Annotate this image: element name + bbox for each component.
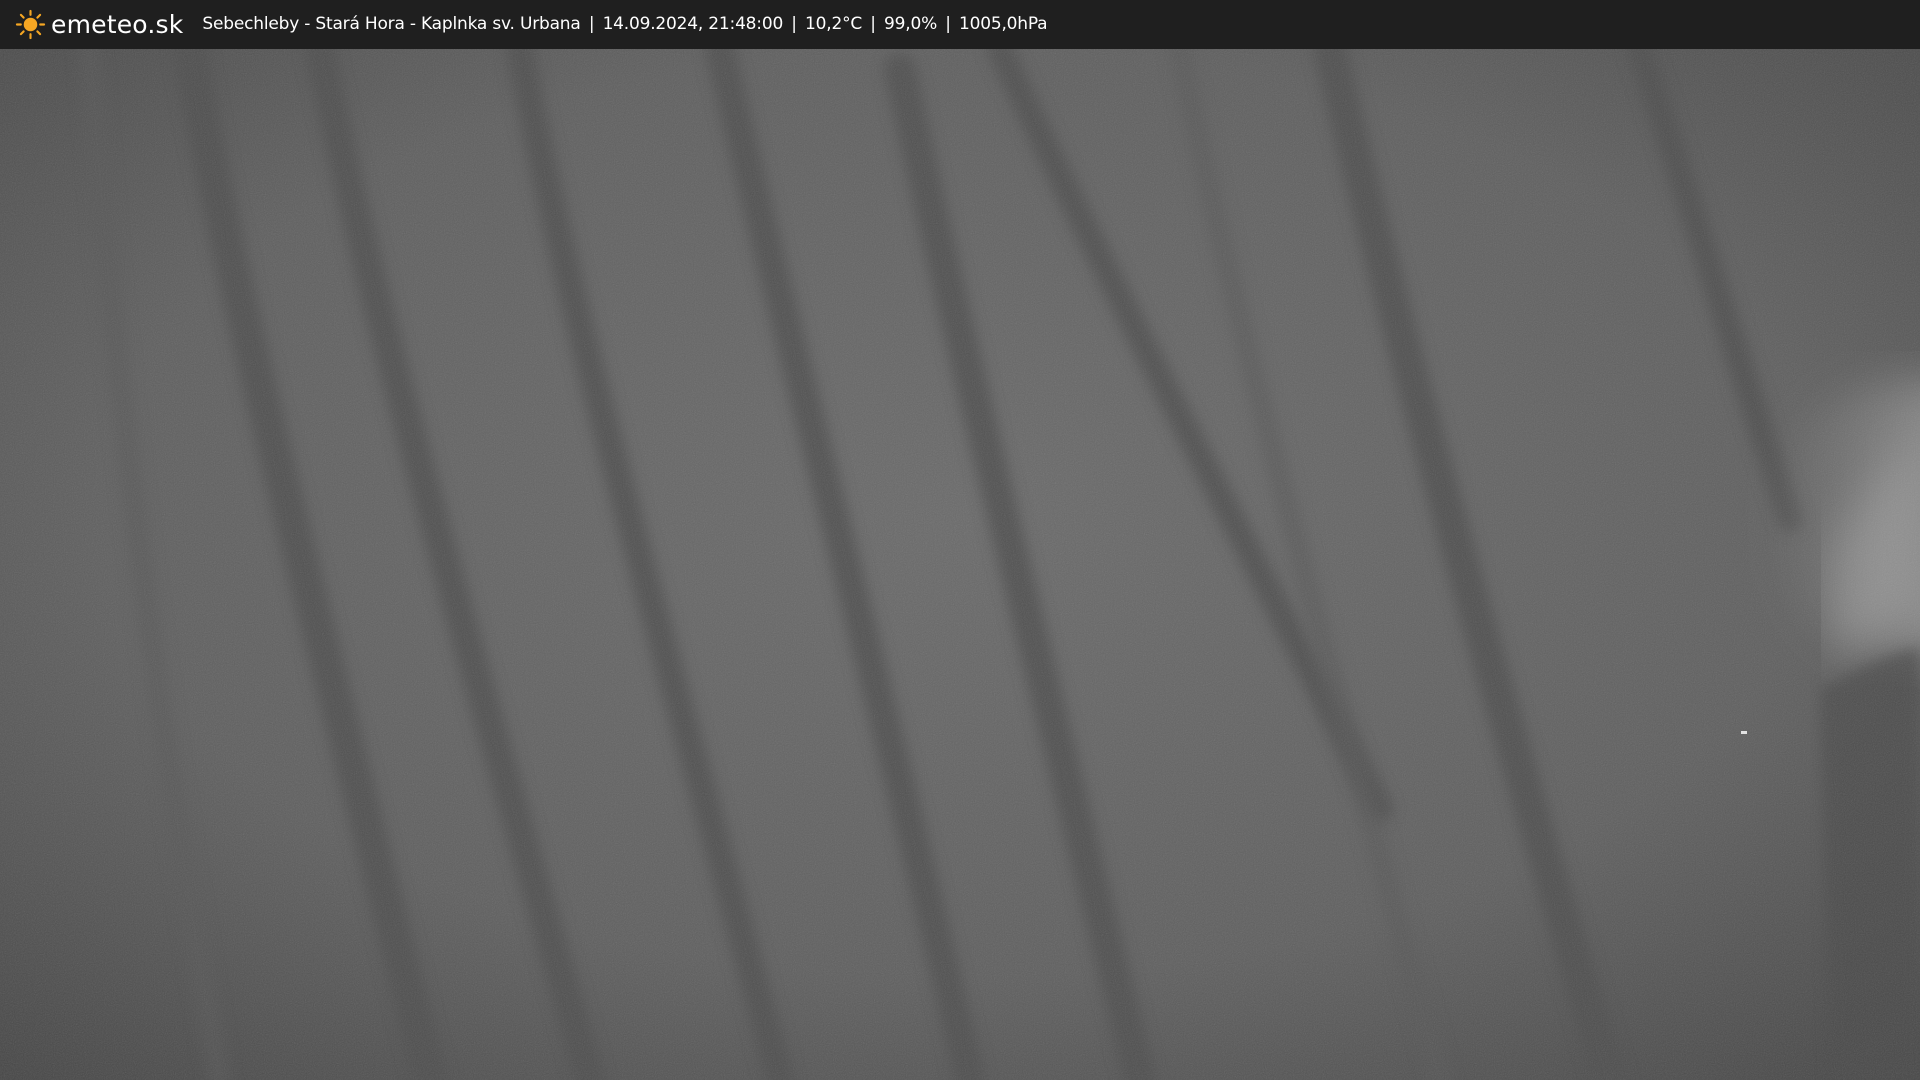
- separator: |: [945, 14, 951, 34]
- timestamp: 14.09.2024, 21:48:00: [602, 14, 784, 34]
- camera-image: [0, 49, 1920, 1080]
- station-location: Sebechleby - Stará Hora - Kaplnka sv. Ur…: [202, 14, 581, 34]
- humidity-value: 99,0%: [884, 14, 938, 34]
- sun-icon: [15, 9, 46, 40]
- night-vineyard-scene: [0, 49, 1920, 1080]
- brand-logo: emeteo.sk: [15, 0, 183, 49]
- separator: |: [870, 14, 876, 34]
- separator: |: [588, 14, 595, 34]
- separator: |: [791, 14, 797, 34]
- webcam-frame: emeteo.sk Sebechleby - Stará Hora - Kapl…: [0, 0, 1920, 1080]
- brand-name: emeteo.sk: [51, 10, 184, 39]
- station-caption: Sebechleby - Stará Hora - Kaplnka sv. Ur…: [202, 0, 1047, 49]
- temperature-value: 10,2°C: [805, 14, 863, 34]
- pressure-value: 1005,0hPa: [959, 14, 1048, 34]
- overlay-bar: emeteo.sk Sebechleby - Stará Hora - Kapl…: [0, 0, 1920, 49]
